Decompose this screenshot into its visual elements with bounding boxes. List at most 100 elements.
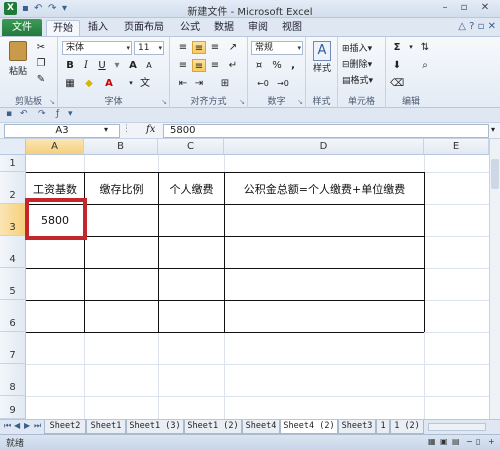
- fill-icon[interactable]: ⬇: [390, 59, 404, 72]
- tab-formulas[interactable]: 公式: [176, 20, 204, 36]
- sheet-tab[interactable]: Sheet2: [44, 420, 86, 434]
- currency-icon[interactable]: ¤: [252, 59, 266, 72]
- copy-icon[interactable]: ❐: [34, 57, 48, 70]
- last-sheet-icon[interactable]: ⏭: [34, 421, 41, 431]
- column-header-e[interactable]: E: [424, 139, 489, 155]
- sheet-tab[interactable]: Sheet1 (2): [184, 420, 242, 434]
- autosum-dropdown-icon[interactable]: ▾: [404, 41, 418, 54]
- border-icon[interactable]: ▦: [63, 77, 77, 90]
- formula-input[interactable]: 5800: [163, 124, 489, 138]
- insert-cells-button[interactable]: ⊞插入▾: [342, 41, 384, 54]
- underline-dropdown-icon[interactable]: ▾: [110, 59, 124, 72]
- select-all-button[interactable]: [0, 139, 26, 155]
- autosum-button[interactable]: Σ: [390, 41, 404, 54]
- maximize-button[interactable]: ▫: [455, 1, 473, 15]
- file-tab[interactable]: 文件: [2, 19, 42, 36]
- function-icon[interactable]: ƒ: [56, 109, 59, 119]
- decrease-decimal-icon[interactable]: →0: [276, 77, 290, 90]
- font-color-icon[interactable]: A: [102, 77, 116, 90]
- underline-button[interactable]: U: [95, 59, 109, 72]
- number-launcher-icon[interactable]: ↘: [297, 98, 303, 106]
- close-button[interactable]: ✕: [476, 1, 494, 15]
- page-break-view-icon[interactable]: ▤: [452, 437, 460, 446]
- align-right-icon[interactable]: ≡: [208, 59, 222, 72]
- vertical-scrollbar[interactable]: [489, 139, 500, 419]
- font-size-combo[interactable]: 11 ▾: [134, 41, 164, 55]
- tab-home[interactable]: 开始: [46, 20, 80, 36]
- clipboard-launcher-icon[interactable]: ↘: [49, 98, 55, 106]
- sort-filter-icon[interactable]: ⇅: [418, 41, 432, 54]
- cut-icon[interactable]: ✂: [34, 41, 48, 54]
- bold-button[interactable]: B: [63, 59, 77, 72]
- italic-button[interactable]: I: [79, 59, 93, 72]
- increase-indent-icon[interactable]: ⇥: [192, 77, 206, 90]
- formula-bar-handle-icon[interactable]: ⋮: [122, 124, 131, 134]
- merge-center-icon[interactable]: ⊞: [218, 77, 232, 90]
- tab-view[interactable]: 视图: [278, 20, 306, 36]
- orientation-icon[interactable]: ↗: [226, 41, 240, 54]
- row-header-8[interactable]: 8: [0, 364, 26, 396]
- prev-sheet-icon[interactable]: ◀: [14, 421, 20, 430]
- cell-c2[interactable]: 个人缴费: [159, 173, 224, 204]
- redo-icon[interactable]: ↷: [38, 109, 46, 119]
- phonetic-button[interactable]: 文: [138, 77, 152, 90]
- row-header-1[interactable]: 1: [0, 155, 26, 172]
- row-header-9[interactable]: 9: [0, 396, 26, 419]
- horizontal-scrollbar[interactable]: [428, 423, 486, 431]
- tab-insert[interactable]: 插入: [84, 20, 112, 36]
- align-left-icon[interactable]: ≡: [176, 59, 190, 72]
- align-middle-icon[interactable]: ≡: [192, 41, 206, 54]
- fill-color-icon[interactable]: ◆: [82, 77, 96, 90]
- cell-d2[interactable]: 公积金总额=个人缴费+单位缴费: [225, 173, 424, 204]
- wrap-text-icon[interactable]: ↵: [226, 59, 240, 72]
- styles-button[interactable]: A 样式: [308, 41, 336, 74]
- sheet-tab[interactable]: 1 (2): [390, 420, 424, 434]
- tab-page-layout[interactable]: 页面布局: [118, 20, 170, 36]
- undo-icon[interactable]: ↶: [20, 109, 28, 119]
- sheet-tab[interactable]: Sheet4: [242, 420, 280, 434]
- row-header-7[interactable]: 7: [0, 332, 26, 364]
- format-painter-icon[interactable]: ✎: [34, 73, 48, 86]
- column-header-a[interactable]: A: [26, 139, 84, 155]
- save-icon[interactable]: ▪: [6, 109, 12, 119]
- zoom-slider[interactable]: ▯: [476, 437, 480, 446]
- insert-function-button[interactable]: fx: [146, 124, 155, 135]
- percent-button[interactable]: %: [270, 59, 284, 72]
- name-box-dropdown-icon[interactable]: ▾: [104, 125, 108, 134]
- row-header-5[interactable]: 5: [0, 268, 26, 300]
- sheet-tab[interactable]: Sheet1 (3): [126, 420, 184, 434]
- row-header-6[interactable]: 6: [0, 300, 26, 332]
- delete-cells-button[interactable]: ⊟删除▾: [342, 57, 384, 70]
- grow-font-button[interactable]: A: [126, 59, 140, 72]
- align-top-icon[interactable]: ≡: [176, 41, 190, 54]
- sheet-tab[interactable]: Sheet3: [338, 420, 376, 434]
- sheet-tab[interactable]: 1: [376, 420, 390, 434]
- row-header-3[interactable]: 3: [0, 204, 26, 236]
- find-select-icon[interactable]: ⌕: [418, 59, 432, 72]
- number-format-combo[interactable]: 常规 ▾: [251, 41, 303, 55]
- column-header-d[interactable]: D: [224, 139, 424, 155]
- shrink-font-button[interactable]: A: [142, 59, 156, 72]
- tab-review[interactable]: 审阅: [244, 20, 272, 36]
- page-layout-view-icon[interactable]: ▣: [440, 437, 448, 446]
- increase-decimal-icon[interactable]: ←0: [256, 77, 270, 90]
- alignment-launcher-icon[interactable]: ↘: [239, 98, 245, 106]
- next-sheet-icon[interactable]: ▶: [24, 421, 30, 430]
- tab-data[interactable]: 数据: [210, 20, 238, 36]
- format-cells-button[interactable]: ▤格式▾: [342, 73, 384, 86]
- normal-view-icon[interactable]: ▦: [428, 437, 436, 446]
- sheet-tab-active[interactable]: Sheet4 (2): [280, 420, 338, 434]
- row-header-2[interactable]: 2: [0, 172, 26, 204]
- expand-formula-bar-icon[interactable]: ▾: [491, 125, 495, 134]
- font-color-dropdown-icon[interactable]: ▾: [124, 77, 138, 90]
- font-name-combo[interactable]: 宋体 ▾: [62, 41, 132, 55]
- row-header-4[interactable]: 4: [0, 236, 26, 268]
- customize-qat-icon[interactable]: ▾: [68, 109, 73, 119]
- sheet-tab[interactable]: Sheet1: [86, 420, 126, 434]
- zoom-in-icon[interactable]: +: [488, 437, 495, 446]
- cell-b2[interactable]: 缴存比例: [85, 173, 158, 204]
- scrollbar-thumb[interactable]: [491, 159, 499, 189]
- column-header-c[interactable]: C: [158, 139, 224, 155]
- help-icon[interactable]: △ ? ▫ ✕: [458, 21, 496, 32]
- comma-button[interactable]: ,: [286, 59, 300, 72]
